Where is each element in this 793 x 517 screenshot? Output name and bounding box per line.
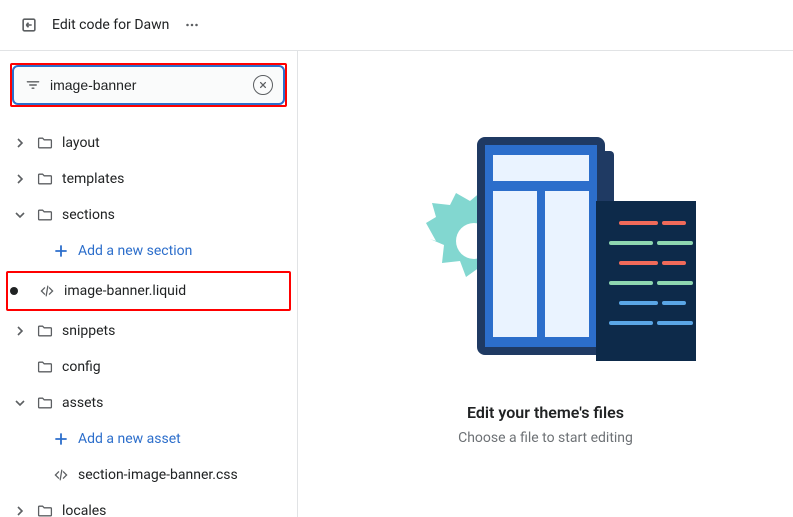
folder-layout[interactable]: layout <box>10 125 287 161</box>
add-asset-button[interactable]: Add a new asset <box>10 421 287 457</box>
folder-label: sections <box>62 207 115 223</box>
folder-label: layout <box>62 135 100 151</box>
folder-label: locales <box>62 503 106 517</box>
file-sidebar: layout templates sections Add a new sect… <box>0 51 298 517</box>
chevron-down-icon <box>12 398 28 408</box>
file-image-banner-liquid[interactable]: image-banner.liquid <box>8 273 285 309</box>
modified-dot-icon <box>10 287 18 295</box>
filter-icon <box>24 76 42 94</box>
empty-state-title: Edit your theme's files <box>467 403 624 422</box>
chevron-down-icon <box>12 210 28 220</box>
folder-templates[interactable]: templates <box>10 161 287 197</box>
file-label: image-banner.liquid <box>64 283 186 299</box>
folder-locales[interactable]: locales <box>10 493 287 517</box>
folder-icon <box>36 394 54 412</box>
add-section-label: Add a new section <box>78 243 192 259</box>
file-highlight: image-banner.liquid <box>6 271 291 311</box>
chevron-right-icon <box>12 174 28 184</box>
search-field-wrap <box>12 65 285 105</box>
empty-illustration <box>396 123 696 383</box>
folder-icon <box>36 206 54 224</box>
folder-icon <box>36 170 54 188</box>
folder-assets[interactable]: assets <box>10 385 287 421</box>
code-icon <box>38 282 56 300</box>
file-section-css[interactable]: section-image-banner.css <box>10 457 287 493</box>
empty-state-subtitle: Choose a file to start editing <box>458 430 633 446</box>
folder-label: assets <box>62 395 103 411</box>
search-highlight <box>10 63 287 107</box>
code-icon <box>52 466 70 484</box>
folder-label: snippets <box>62 323 115 339</box>
add-section-button[interactable]: Add a new section <box>10 233 287 269</box>
search-input[interactable] <box>50 77 245 93</box>
folder-sections[interactable]: sections <box>10 197 287 233</box>
folder-label: config <box>62 359 101 375</box>
plus-icon <box>52 430 70 448</box>
folder-icon <box>36 322 54 340</box>
chevron-right-icon <box>12 506 28 516</box>
main-area: layout templates sections Add a new sect… <box>0 50 793 517</box>
content-pane: Edit your theme's files Choose a file to… <box>298 51 793 517</box>
exit-icon[interactable] <box>20 16 38 34</box>
folder-icon <box>36 502 54 517</box>
clear-search-icon[interactable] <box>253 75 273 95</box>
folder-icon <box>36 358 54 376</box>
more-icon[interactable] <box>183 16 201 34</box>
folder-icon <box>36 134 54 152</box>
folder-label: templates <box>62 171 124 187</box>
plus-icon <box>52 242 70 260</box>
folder-config[interactable]: config <box>10 349 287 385</box>
file-label: section-image-banner.css <box>78 467 238 483</box>
add-asset-label: Add a new asset <box>78 431 181 447</box>
folder-snippets[interactable]: snippets <box>10 313 287 349</box>
chevron-right-icon <box>12 326 28 336</box>
page-title: Edit code for Dawn <box>52 17 169 33</box>
app-header: Edit code for Dawn <box>0 0 793 50</box>
chevron-right-icon <box>12 138 28 148</box>
